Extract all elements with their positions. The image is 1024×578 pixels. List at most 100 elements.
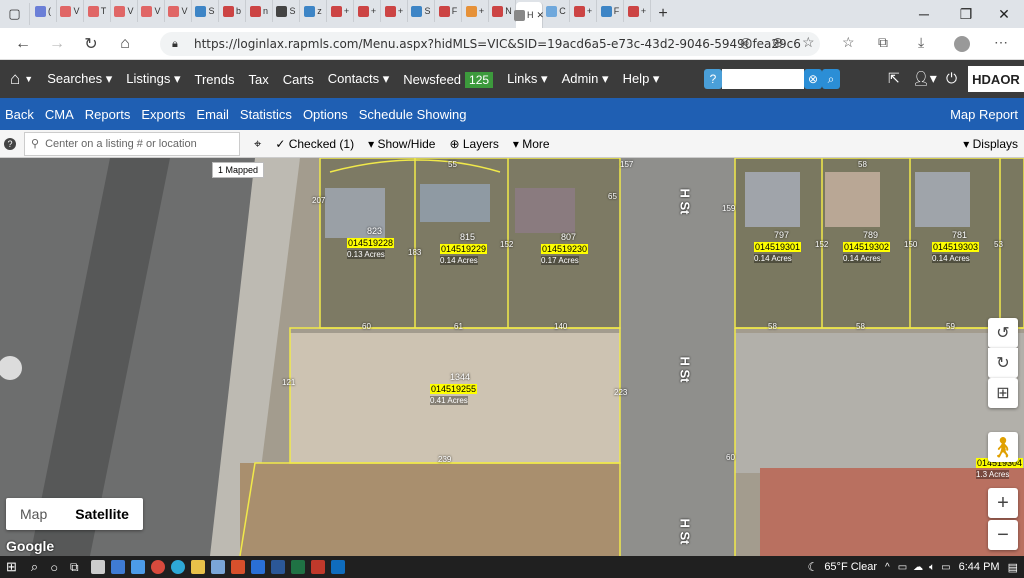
menu-reports[interactable]: Reports <box>85 107 131 122</box>
menu-cma[interactable]: CMA <box>45 107 74 122</box>
read-aloud-icon[interactable]: ☆ <box>802 34 815 51</box>
network-icon[interactable]: ▭ <box>898 562 907 573</box>
parcel-apn-label[interactable]: 014519303 <box>932 242 980 252</box>
restore-icon[interactable]: ❐ <box>946 0 986 28</box>
crosshair-icon[interactable]: ⌖ <box>254 136 261 152</box>
browser-tab[interactable]: ( <box>30 0 57 22</box>
map-type-map-button[interactable]: Map <box>6 498 61 530</box>
zoom-icon[interactable]: ⊕ <box>772 34 784 51</box>
minimize-icon[interactable]: ─ <box>904 0 944 28</box>
menu-map-report[interactable]: Map Report <box>950 107 1018 122</box>
parcel-apn-label[interactable]: 014519230 <box>541 244 589 254</box>
nav-listings[interactable]: Listings ▾ <box>126 71 180 87</box>
word-app-icon[interactable] <box>270 560 285 574</box>
nav-admin[interactable]: Admin ▾ <box>562 71 609 87</box>
downloads-icon[interactable]: ⤓ <box>918 34 924 51</box>
parcel-apn-label[interactable]: 014519301 <box>754 242 802 252</box>
new-tab-button[interactable]: + <box>651 5 675 23</box>
browser-tab[interactable]: V <box>57 0 84 22</box>
browser-tab[interactable]: S <box>273 0 300 22</box>
location-search-input[interactable]: ⚲ Center on a listing # or location <box>24 131 240 156</box>
browser-tab[interactable]: + <box>462 0 489 22</box>
weather-text[interactable]: 65°F Clear <box>824 561 877 573</box>
explorer-app-icon[interactable] <box>190 560 205 574</box>
power-icon[interactable]: ⏻ <box>946 70 957 87</box>
volume-icon[interactable]: 🔈︎ <box>929 562 935 573</box>
bing-app-icon[interactable] <box>250 560 265 574</box>
browser-tab[interactable]: T <box>84 0 111 22</box>
office-app-icon[interactable] <box>230 560 245 574</box>
outlook-app-icon[interactable] <box>330 560 345 574</box>
zoom-in-button[interactable]: + <box>988 488 1018 518</box>
windows-start-icon[interactable]: ⊞ <box>6 559 17 575</box>
tab-actions-icon[interactable]: ▢ <box>0 3 30 25</box>
browser-tab[interactable]: b <box>219 0 246 22</box>
search-help-button[interactable]: ? <box>704 69 722 89</box>
store-app-icon[interactable] <box>90 560 105 574</box>
browser-tab[interactable]: C <box>543 0 570 22</box>
layers-menu[interactable]: ⊕ Layers <box>449 137 498 151</box>
clock-text[interactable]: 6:44 PM <box>959 561 1000 573</box>
external-link-icon[interactable]: ⇱ <box>888 70 900 87</box>
parcel-apn-label[interactable]: 014519255 <box>430 384 478 394</box>
show-hide-menu[interactable]: ▾ Show/Hide <box>368 137 435 151</box>
nav-links[interactable]: Links ▾ <box>507 71 548 87</box>
display-icon[interactable]: ▭ <box>941 562 950 573</box>
browser-tab[interactable]: + <box>327 0 354 22</box>
close-window-icon[interactable]: ✕ <box>984 0 1024 28</box>
nav-trends[interactable]: Trends <box>194 72 234 87</box>
onedrive-icon[interactable]: ☁ <box>913 562 923 573</box>
forward-arrow-icon[interactable]: → <box>40 35 74 53</box>
profile-avatar[interactable] <box>954 36 970 52</box>
reload-icon[interactable]: ↻ <box>74 34 108 54</box>
menu-email[interactable]: Email <box>196 107 229 122</box>
rotate-left-icon[interactable]: ↺ <box>988 318 1018 348</box>
zoom-out-button[interactable]: − <box>988 520 1018 550</box>
parcel-apn-label[interactable]: 014519228 <box>347 238 395 248</box>
nav-contacts[interactable]: Contacts ▾ <box>328 71 389 87</box>
edge-app-icon[interactable] <box>170 560 185 574</box>
more-menu[interactable]: ▾ More <box>513 137 550 151</box>
browser-tab[interactable]: z <box>300 0 327 22</box>
help-circle-icon[interactable]: ? <box>4 137 16 150</box>
photos-app-icon[interactable] <box>210 560 225 574</box>
notification-icon[interactable]: ▤ <box>1008 561 1018 574</box>
browser-tab[interactable]: H ✕ <box>513 2 544 28</box>
rotate-right-icon[interactable]: ↻ <box>988 348 1018 378</box>
displays-menu[interactable]: ▾ Displays <box>963 137 1018 151</box>
pdf-app-icon[interactable] <box>310 560 325 574</box>
browser-tab[interactable]: V <box>165 0 192 22</box>
user-icon[interactable]: 👤︎▾ <box>912 70 937 87</box>
parcel-apn-label[interactable]: 014519229 <box>440 244 488 254</box>
menu-options[interactable]: Options <box>303 107 348 122</box>
browser-tab[interactable]: + <box>624 0 651 22</box>
menu-statistics[interactable]: Statistics <box>240 107 292 122</box>
satellite-map[interactable]: 1 Mapped 823 014519228 0.13 Acres 815 014519… <box>0 158 1024 556</box>
weather-moon-icon[interactable]: ☾ <box>808 560 819 574</box>
nav-carts[interactable]: Carts <box>283 72 314 87</box>
back-arrow-icon[interactable]: ← <box>6 35 40 53</box>
excel-app-icon[interactable] <box>290 560 305 574</box>
quick-search-input[interactable] <box>722 69 804 89</box>
browser-tab[interactable]: F <box>435 0 462 22</box>
map-type-satellite-button[interactable]: Satellite <box>61 498 143 530</box>
nav-help[interactable]: Help ▾ <box>623 71 660 87</box>
search-icon[interactable]: ⌕ <box>822 69 840 89</box>
task-view-icon[interactable]: ⧉ <box>70 560 79 575</box>
tray-chevron-icon[interactable]: ^ <box>885 562 890 573</box>
tilt-icon[interactable]: ⊞ <box>988 378 1018 408</box>
home-icon[interactable]: ⌂ <box>10 69 20 89</box>
nav-newsfeed[interactable]: Newsfeed 125 <box>403 71 494 88</box>
calendar-app-icon[interactable] <box>110 560 125 574</box>
menu-schedule-showing[interactable]: Schedule Showing <box>359 107 467 122</box>
mail-app-icon[interactable] <box>130 560 145 574</box>
street-view-pegman-icon[interactable]: 🚶︎ <box>988 432 1018 462</box>
browser-tab[interactable]: V <box>111 0 138 22</box>
more-options-icon[interactable]: ⋯ <box>994 34 1008 51</box>
browser-tab[interactable]: + <box>354 0 381 22</box>
menu-exports[interactable]: Exports <box>141 107 185 122</box>
nav-tax[interactable]: Tax <box>248 72 268 87</box>
browser-tab[interactable]: F <box>597 0 624 22</box>
browser-tab[interactable]: N <box>489 0 516 22</box>
parcel-apn-label[interactable]: 014519302 <box>843 242 891 252</box>
